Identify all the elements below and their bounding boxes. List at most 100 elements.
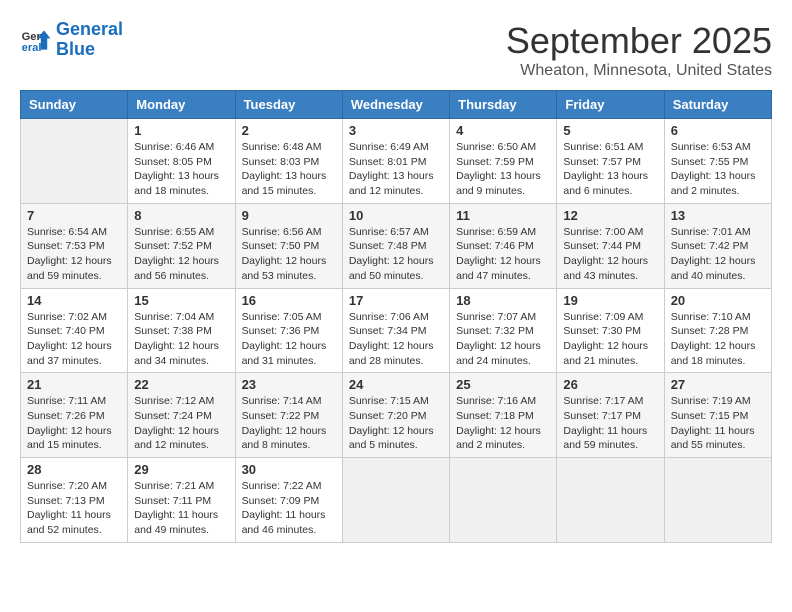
day-info: Sunrise: 7:16 AM Sunset: 7:18 PM Dayligh… [456,394,550,453]
calendar-body: 1 Sunrise: 6:46 AM Sunset: 8:05 PM Daylig… [21,119,772,543]
day-info: Sunrise: 7:06 AM Sunset: 7:34 PM Dayligh… [349,310,443,369]
calendar-cell: 24 Sunrise: 7:15 AM Sunset: 7:20 PM Dayli… [342,373,449,458]
header-saturday: Saturday [664,91,771,119]
calendar-cell: 10Sunrise: 6:57 AM Sunset: 7:48 PM Dayli… [342,203,449,288]
day-info: Sunrise: 6:56 AM Sunset: 7:50 PM Dayligh… [242,225,336,284]
calendar-cell: 13 Sunrise: 7:01 AM Sunset: 7:42 PM Dayli… [664,203,771,288]
calendar-table: SundayMondayTuesdayWednesdayThursdayFrid… [20,90,772,543]
location: Wheaton, Minnesota, United States [506,62,772,80]
day-info: Sunrise: 7:05 AM Sunset: 7:36 PM Dayligh… [242,310,336,369]
day-number: 5 [563,123,657,138]
calendar-cell: 30 Sunrise: 7:22 AM Sunset: 7:09 PM Dayli… [235,458,342,543]
day-info: Sunrise: 7:07 AM Sunset: 7:32 PM Dayligh… [456,310,550,369]
header: Gen eral General Blue September 2025 Whe… [20,20,772,80]
calendar-cell: 20 Sunrise: 7:10 AM Sunset: 7:28 PM Dayli… [664,288,771,373]
day-info: Sunrise: 7:04 AM Sunset: 7:38 PM Dayligh… [134,310,228,369]
day-info: Sunrise: 7:00 AM Sunset: 7:44 PM Dayligh… [563,225,657,284]
logo-line2: Blue [56,39,95,59]
day-number: 7 [27,208,121,223]
calendar-week-4: 21Sunrise: 7:11 AM Sunset: 7:26 PM Dayli… [21,373,772,458]
day-number: 13 [671,208,765,223]
day-info: Sunrise: 6:50 AM Sunset: 7:59 PM Dayligh… [456,140,550,199]
calendar-cell: 2 Sunrise: 6:48 AM Sunset: 8:03 PM Daylig… [235,119,342,204]
day-info: Sunrise: 6:51 AM Sunset: 7:57 PM Dayligh… [563,140,657,199]
day-info: Sunrise: 6:46 AM Sunset: 8:05 PM Dayligh… [134,140,228,199]
day-number: 20 [671,293,765,308]
day-number: 2 [242,123,336,138]
day-number: 28 [27,462,121,477]
day-number: 16 [242,293,336,308]
day-info: Sunrise: 6:55 AM Sunset: 7:52 PM Dayligh… [134,225,228,284]
header-monday: Monday [128,91,235,119]
day-number: 9 [242,208,336,223]
day-number: 6 [671,123,765,138]
day-number: 29 [134,462,228,477]
calendar-header-row: SundayMondayTuesdayWednesdayThursdayFrid… [21,91,772,119]
logo-text: General Blue [56,20,123,60]
day-info: Sunrise: 7:02 AM Sunset: 7:40 PM Dayligh… [27,310,121,369]
day-info: Sunrise: 7:09 AM Sunset: 7:30 PM Dayligh… [563,310,657,369]
header-friday: Friday [557,91,664,119]
svg-text:eral: eral [22,42,42,54]
day-info: Sunrise: 7:15 AM Sunset: 7:20 PM Dayligh… [349,394,443,453]
calendar-cell: 22 Sunrise: 7:12 AM Sunset: 7:24 PM Dayli… [128,373,235,458]
header-thursday: Thursday [450,91,557,119]
calendar-cell: 4 Sunrise: 6:50 AM Sunset: 7:59 PM Daylig… [450,119,557,204]
calendar-cell: 5 Sunrise: 6:51 AM Sunset: 7:57 PM Daylig… [557,119,664,204]
day-number: 27 [671,377,765,392]
logo: Gen eral General Blue [20,20,123,60]
day-number: 8 [134,208,228,223]
day-info: Sunrise: 7:12 AM Sunset: 7:24 PM Dayligh… [134,394,228,453]
day-number: 19 [563,293,657,308]
calendar-cell: 11Sunrise: 6:59 AM Sunset: 7:46 PM Dayli… [450,203,557,288]
day-info: Sunrise: 6:48 AM Sunset: 8:03 PM Dayligh… [242,140,336,199]
calendar-cell: 6Sunrise: 6:53 AM Sunset: 7:55 PM Daylig… [664,119,771,204]
day-info: Sunrise: 7:10 AM Sunset: 7:28 PM Dayligh… [671,310,765,369]
day-number: 25 [456,377,550,392]
calendar-week-2: 7 Sunrise: 6:54 AM Sunset: 7:53 PM Daylig… [21,203,772,288]
calendar-cell: 3Sunrise: 6:49 AM Sunset: 8:01 PM Daylig… [342,119,449,204]
calendar-cell: 28Sunrise: 7:20 AM Sunset: 7:13 PM Dayli… [21,458,128,543]
day-number: 1 [134,123,228,138]
calendar-cell: 17Sunrise: 7:06 AM Sunset: 7:34 PM Dayli… [342,288,449,373]
calendar-cell: 29 Sunrise: 7:21 AM Sunset: 7:11 PM Dayli… [128,458,235,543]
day-info: Sunrise: 6:57 AM Sunset: 7:48 PM Dayligh… [349,225,443,284]
day-number: 23 [242,377,336,392]
logo-line1: General [56,19,123,39]
calendar-cell: 14 Sunrise: 7:02 AM Sunset: 7:40 PM Dayli… [21,288,128,373]
logo-icon: Gen eral [20,24,52,56]
day-number: 14 [27,293,121,308]
calendar-cell [557,458,664,543]
calendar-cell: 9 Sunrise: 6:56 AM Sunset: 7:50 PM Daylig… [235,203,342,288]
day-number: 24 [349,377,443,392]
calendar-cell: 1 Sunrise: 6:46 AM Sunset: 8:05 PM Daylig… [128,119,235,204]
day-info: Sunrise: 6:54 AM Sunset: 7:53 PM Dayligh… [27,225,121,284]
title-area: September 2025 Wheaton, Minnesota, Unite… [506,20,772,80]
day-info: Sunrise: 7:22 AM Sunset: 7:09 PM Dayligh… [242,479,336,538]
calendar-cell: 25 Sunrise: 7:16 AM Sunset: 7:18 PM Dayli… [450,373,557,458]
calendar-cell: 15 Sunrise: 7:04 AM Sunset: 7:38 PM Dayli… [128,288,235,373]
calendar-week-3: 14 Sunrise: 7:02 AM Sunset: 7:40 PM Dayli… [21,288,772,373]
day-number: 18 [456,293,550,308]
day-number: 3 [349,123,443,138]
calendar-cell [21,119,128,204]
day-number: 15 [134,293,228,308]
calendar-week-1: 1 Sunrise: 6:46 AM Sunset: 8:05 PM Daylig… [21,119,772,204]
header-sunday: Sunday [21,91,128,119]
day-number: 30 [242,462,336,477]
day-number: 22 [134,377,228,392]
calendar-cell: 16 Sunrise: 7:05 AM Sunset: 7:36 PM Dayli… [235,288,342,373]
header-wednesday: Wednesday [342,91,449,119]
calendar-cell: 23Sunrise: 7:14 AM Sunset: 7:22 PM Dayli… [235,373,342,458]
day-number: 4 [456,123,550,138]
day-number: 26 [563,377,657,392]
calendar-cell: 12Sunrise: 7:00 AM Sunset: 7:44 PM Dayli… [557,203,664,288]
calendar-cell: 26Sunrise: 7:17 AM Sunset: 7:17 PM Dayli… [557,373,664,458]
day-info: Sunrise: 7:19 AM Sunset: 7:15 PM Dayligh… [671,394,765,453]
header-tuesday: Tuesday [235,91,342,119]
calendar-cell: 27 Sunrise: 7:19 AM Sunset: 7:15 PM Dayli… [664,373,771,458]
day-info: Sunrise: 7:01 AM Sunset: 7:42 PM Dayligh… [671,225,765,284]
day-info: Sunrise: 7:21 AM Sunset: 7:11 PM Dayligh… [134,479,228,538]
calendar-cell: 8 Sunrise: 6:55 AM Sunset: 7:52 PM Daylig… [128,203,235,288]
day-number: 11 [456,208,550,223]
